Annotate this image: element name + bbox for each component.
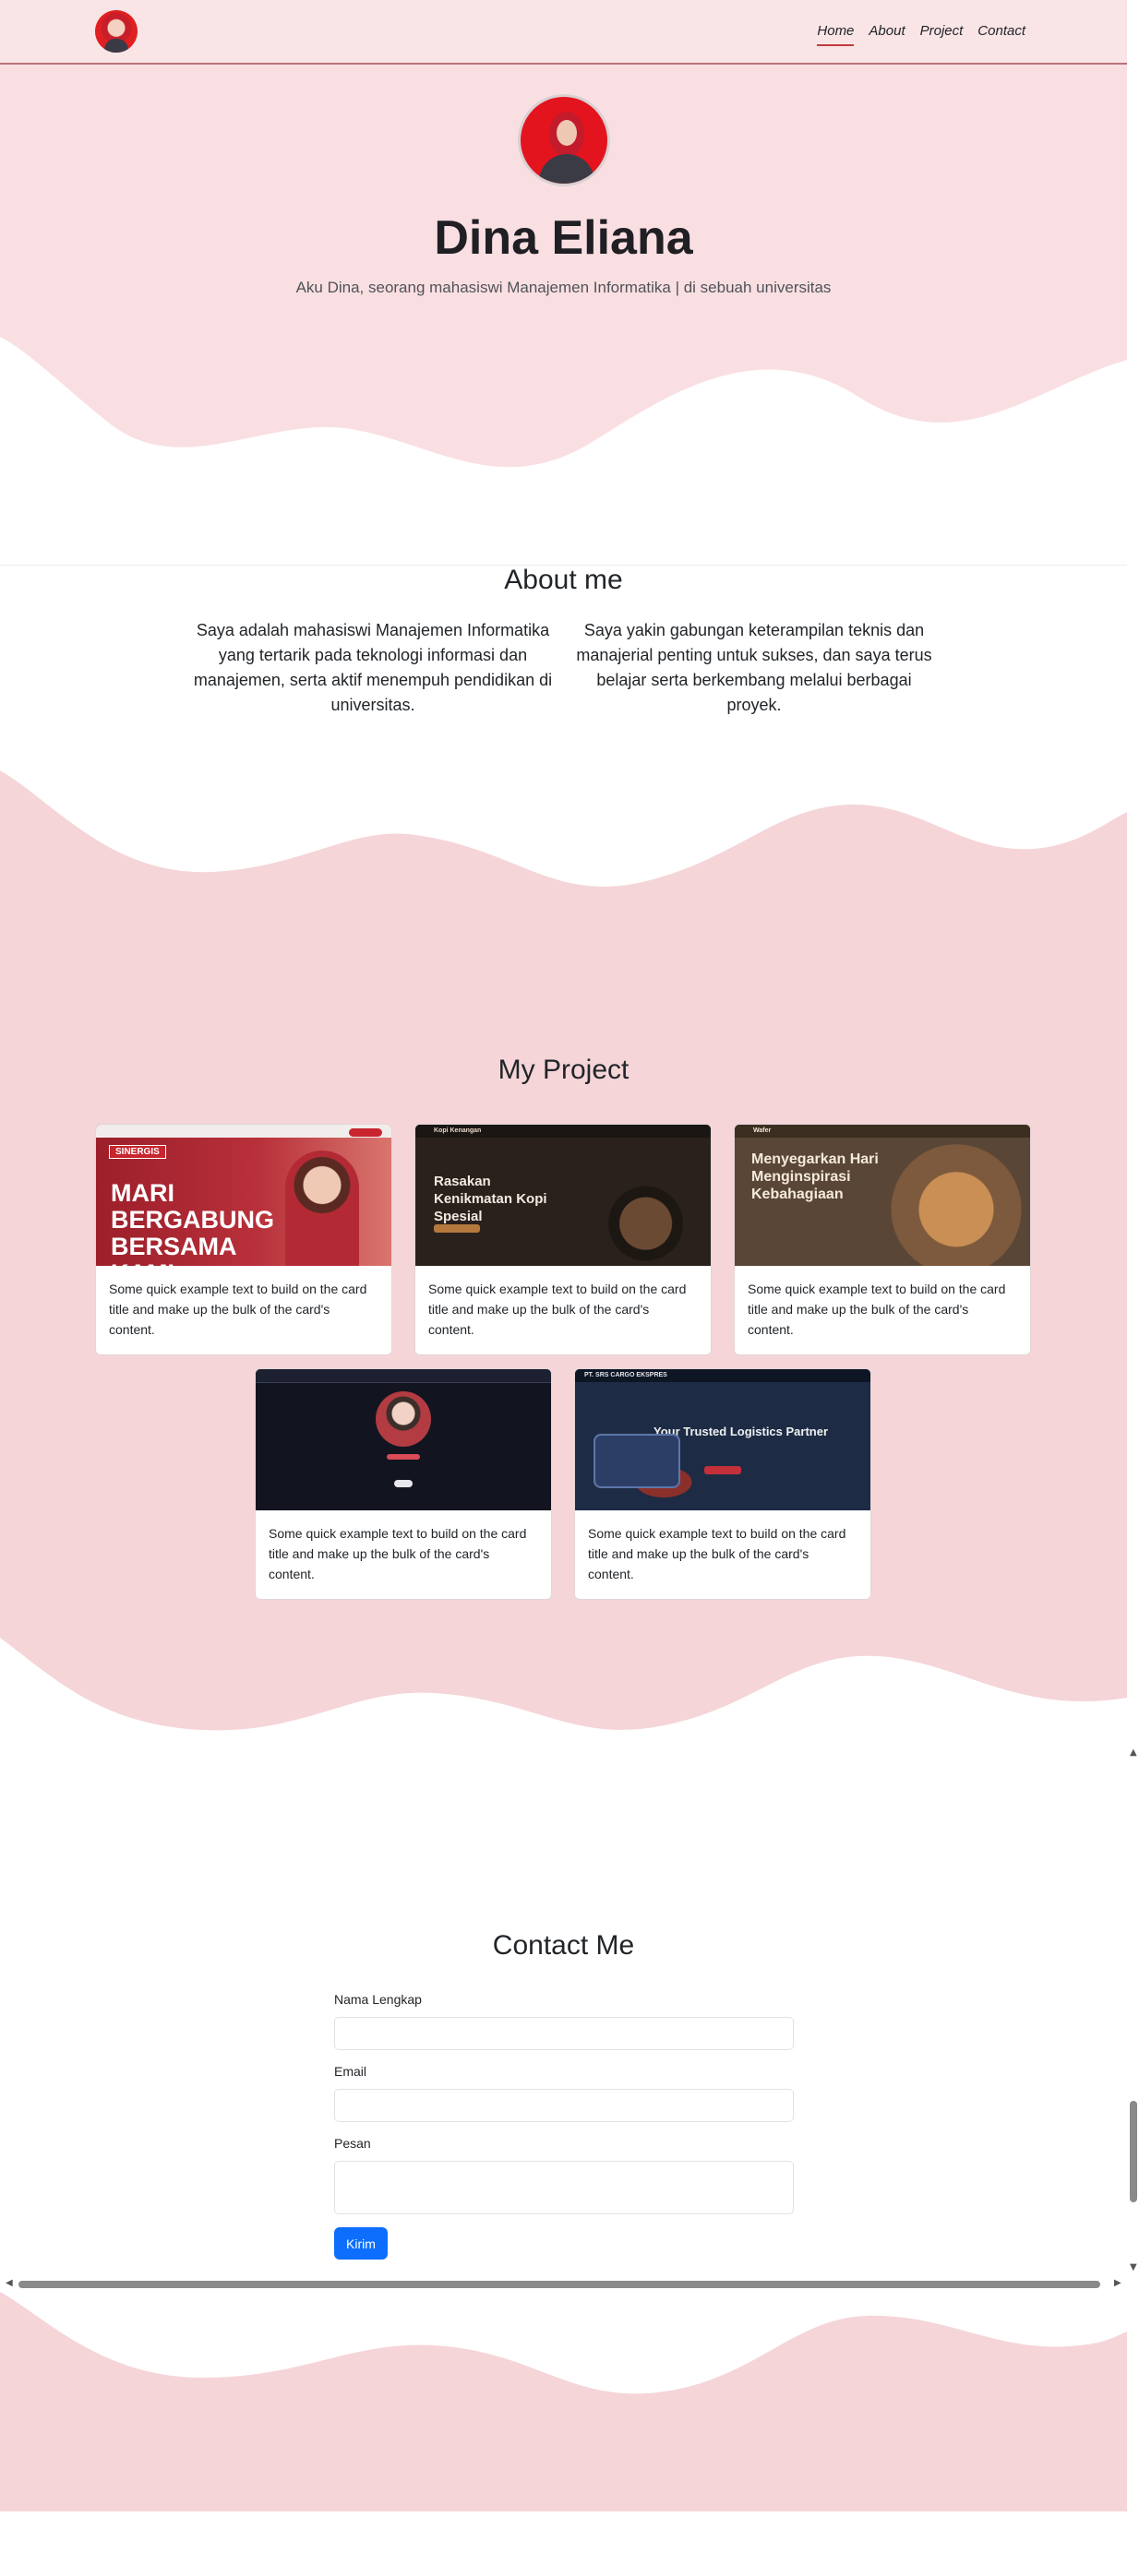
nav-links: Home About Project Contact [817, 23, 1025, 46]
hero-subtitle: Aku Dina, seorang mahasiswi Manajemen In… [295, 279, 832, 296]
about-title: About me [504, 565, 623, 595]
project-thumbnail-3: Wafer Menyegarkan Hari Menginspirasi Keb… [735, 1125, 1030, 1266]
project-card-text-3: Some quick example text to build on the … [748, 1282, 1006, 1337]
project-card-text-4: Some quick example text to build on the … [269, 1526, 527, 1581]
scroll-left-icon[interactable]: ◀ [6, 2278, 13, 2288]
thumb-heading-1: MARI BERGABUNG BERSAMA KAMI [111, 1179, 275, 1267]
submit-button[interactable]: Kirim [334, 2227, 388, 2260]
scroll-up-icon[interactable]: ▲ [1130, 1747, 1137, 1758]
thumb-badge-1: SINERGIS [109, 1145, 166, 1159]
project-thumbnail-2: Kopi Kenangan Rasakan Kenikmatan Kopi Sp… [415, 1125, 711, 1266]
project-card-4[interactable]: Some quick example text to build on the … [255, 1368, 552, 1600]
message-textarea[interactable] [334, 2161, 794, 2214]
thumb-badge-2: Kopi Kenangan [434, 1127, 482, 1134]
project-card-text-1: Some quick example text to build on the … [109, 1282, 367, 1337]
thumb-badge-3: Wafer [753, 1127, 772, 1134]
projects-title: My Project [498, 1055, 629, 1085]
contact-title: Contact Me [492, 1930, 635, 1961]
vertical-scroll-thumb[interactable] [1130, 2101, 1137, 2202]
scroll-right-icon[interactable]: ▶ [1114, 2278, 1121, 2288]
hero-name: Dina Eliana [434, 211, 693, 265]
thumb-badge-5: PT. SRS CARGO EKSPRES [584, 1372, 667, 1378]
footer-wave-bg [0, 2292, 1127, 2511]
project-card-2[interactable]: Kopi Kenangan Rasakan Kenikmatan Kopi Sp… [414, 1124, 712, 1355]
about-right-text: Saya yakin gabungan keterampilan teknis … [576, 621, 932, 714]
project-thumbnail-5: PT. SRS CARGO EKSPRES Your Trusted Logis… [575, 1369, 870, 1510]
project-card-text-5: Some quick example text to build on the … [588, 1526, 846, 1581]
nav-link-project[interactable]: Project [920, 23, 964, 46]
email-label: Email [334, 2064, 367, 2079]
scroll-down-icon[interactable]: ▼ [1130, 2262, 1137, 2272]
profile-avatar [518, 94, 610, 186]
page: Home About Project Contact Dina Eliana A… [0, 0, 1127, 2576]
navbar: Home About Project Contact [0, 0, 1127, 65]
project-card-3[interactable]: Wafer Menyegarkan Hari Menginspirasi Keb… [734, 1124, 1031, 1355]
project-thumbnail-1: SINERGIS MARI BERGABUNG BERSAMA KAMI [96, 1125, 391, 1266]
nav-link-contact[interactable]: Contact [977, 23, 1025, 46]
project-card-1[interactable]: SINERGIS MARI BERGABUNG BERSAMA KAMI Som… [95, 1124, 392, 1355]
nav-link-home[interactable]: Home [817, 23, 855, 46]
about-left-text: Saya adalah mahasiswi Manajemen Informat… [193, 621, 553, 714]
project-thumbnail-4 [256, 1369, 551, 1510]
thumb-heading-5: Your Trusted Logistics Partner [653, 1425, 829, 1438]
thumb-heading-2: Rasakan Kenikmatan Kopi Spesial [434, 1174, 547, 1224]
name-input[interactable] [334, 2017, 794, 2050]
name-label: Nama Lengkap [334, 1992, 422, 2007]
message-label: Pesan [334, 2136, 371, 2151]
horizontal-scroll-thumb[interactable] [18, 2281, 1100, 2288]
project-card-text-2: Some quick example text to build on the … [428, 1282, 687, 1337]
thumb-heading-3: Menyegarkan Hari Menginspirasi Kebahagia… [751, 1151, 879, 1202]
nav-link-about[interactable]: About [869, 23, 905, 46]
project-card-5[interactable]: PT. SRS CARGO EKSPRES Your Trusted Logis… [574, 1368, 871, 1600]
email-input[interactable] [334, 2089, 794, 2122]
logo-avatar[interactable] [95, 10, 138, 53]
